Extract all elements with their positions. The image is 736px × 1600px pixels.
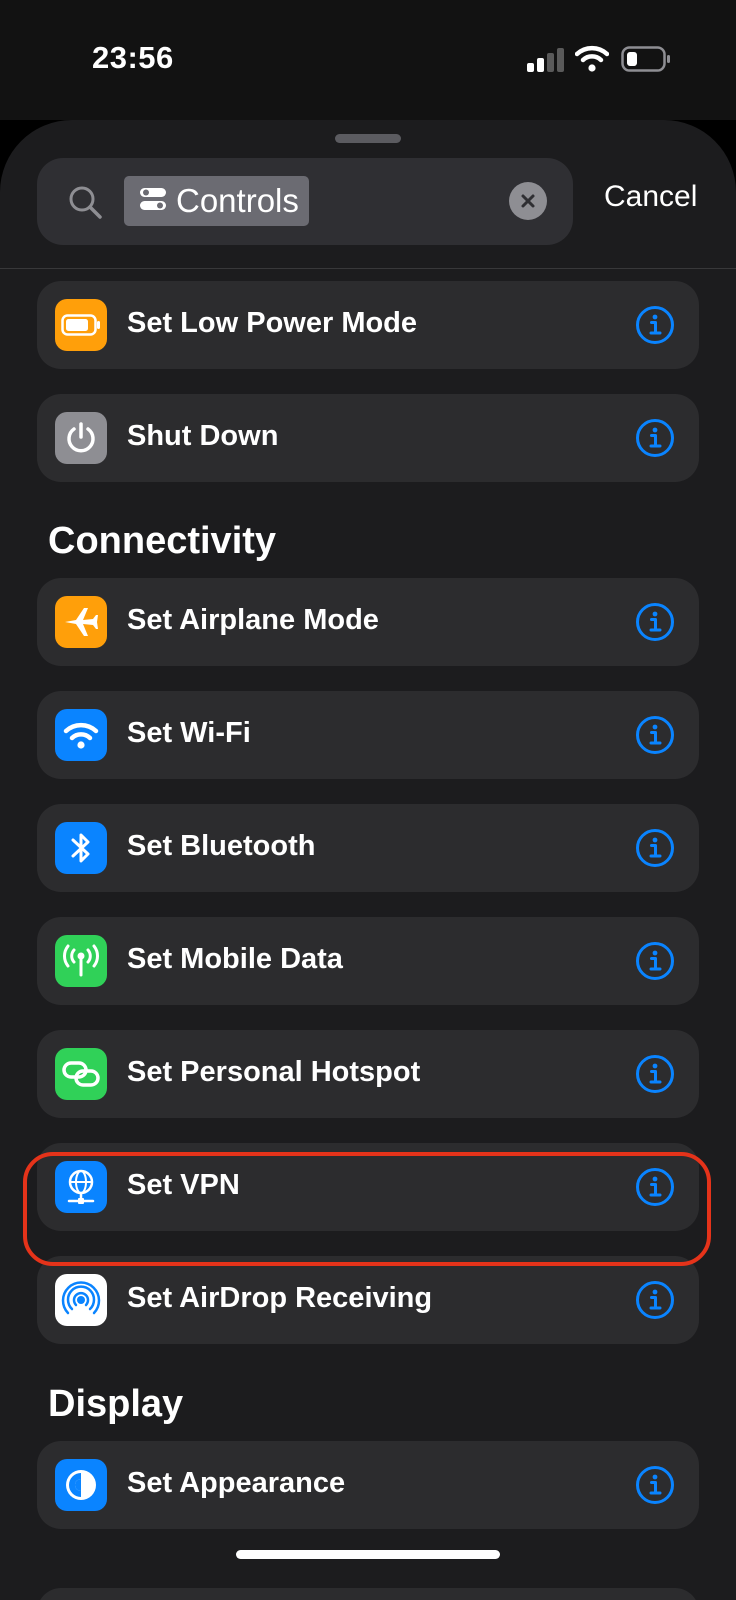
action-label: Set Appearance (127, 1467, 346, 1499)
wifi-icon (55, 709, 107, 761)
antenna-icon (55, 935, 107, 987)
info-icon[interactable] (635, 715, 675, 755)
action-label: Set AirDrop Receiving (127, 1282, 433, 1314)
search-token-label: Controls (176, 182, 299, 219)
power-icon (55, 412, 107, 464)
battery-status-icon (621, 46, 671, 72)
clear-search-button[interactable] (509, 182, 547, 220)
action-row-personal-hotspot[interactable]: Set Personal Hotspot (37, 1030, 699, 1118)
appearance-icon (55, 1459, 107, 1511)
section-title-display: Display (48, 1383, 184, 1425)
info-icon[interactable] (635, 1465, 675, 1505)
actions-sheet: Controls Cancel Set Low Power Mode Shut … (0, 120, 736, 1600)
action-row-wifi[interactable]: Set Wi-Fi (37, 691, 699, 779)
action-label: Shut Down (127, 420, 279, 452)
action-row-low-power[interactable]: Set Low Power Mode (37, 281, 699, 369)
info-icon[interactable] (635, 1280, 675, 1320)
info-icon[interactable] (635, 602, 675, 642)
battery-icon (55, 299, 107, 351)
search-token-controls[interactable]: Controls (124, 176, 309, 226)
link-icon (55, 1048, 107, 1100)
cellular-signal-icon (527, 48, 564, 72)
action-row-appearance[interactable]: Set Appearance (37, 1441, 699, 1529)
action-row-shut-down[interactable]: Shut Down (37, 394, 699, 482)
action-label: Set Mobile Data (127, 943, 343, 975)
action-label: Set Wi-Fi (127, 717, 251, 749)
info-icon[interactable] (635, 828, 675, 868)
status-time: 23:56 (92, 40, 174, 75)
action-row-airdrop-receiving[interactable]: Set AirDrop Receiving (37, 1256, 699, 1344)
section-title-connectivity: Connectivity (48, 520, 277, 562)
info-icon[interactable] (635, 1054, 675, 1094)
action-row-airplane-mode[interactable]: Set Airplane Mode (37, 578, 699, 666)
airplane-icon (55, 596, 107, 648)
airdrop-icon (55, 1274, 107, 1326)
toggle-icon (138, 184, 168, 219)
action-label: Set Low Power Mode (127, 307, 418, 339)
home-indicator[interactable] (236, 1550, 500, 1559)
list-item (37, 1588, 699, 1600)
close-icon (521, 194, 535, 208)
highlight-ring (23, 1152, 711, 1266)
action-label: Set Personal Hotspot (127, 1056, 421, 1088)
header-divider (0, 268, 736, 269)
action-row-mobile-data[interactable]: Set Mobile Data (37, 917, 699, 1005)
search-field[interactable]: Controls (37, 158, 573, 245)
action-row-bluetooth[interactable]: Set Bluetooth (37, 804, 699, 892)
status-bar: 23:56 (0, 0, 736, 120)
cancel-button[interactable]: Cancel (604, 180, 697, 214)
action-label: Set Bluetooth (127, 830, 316, 862)
info-icon[interactable] (635, 305, 675, 345)
info-icon[interactable] (635, 941, 675, 981)
info-icon[interactable] (635, 418, 675, 458)
bluetooth-icon (55, 822, 107, 874)
action-label: Set Airplane Mode (127, 604, 379, 636)
search-icon (67, 184, 103, 220)
wifi-status-icon (574, 44, 610, 72)
sheet-grabber[interactable] (335, 134, 401, 143)
